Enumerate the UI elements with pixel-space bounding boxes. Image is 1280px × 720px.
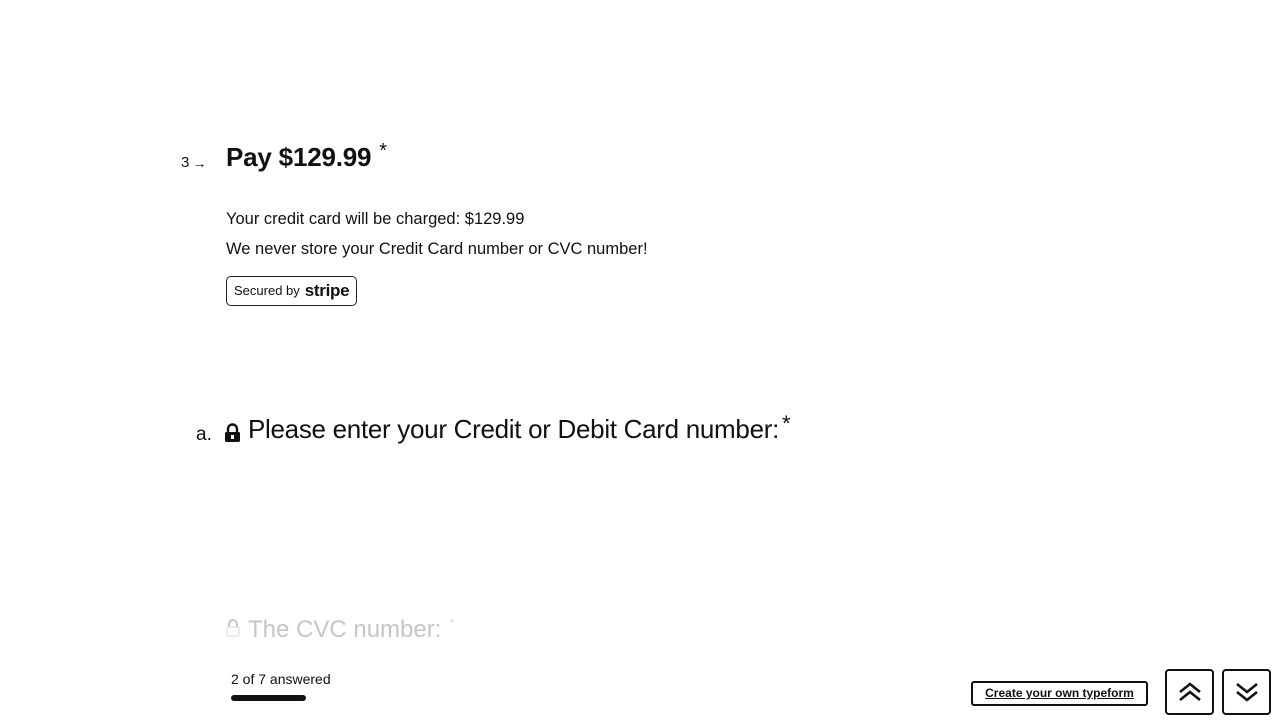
privacy-notice: We never store your Credit Card number o… bbox=[226, 240, 648, 258]
badge-prefix: Secured by bbox=[234, 283, 300, 298]
question-pay: 3 → Pay $129.99 * Your credit card will … bbox=[181, 140, 881, 306]
previous-question-button[interactable] bbox=[1165, 669, 1214, 715]
question-number-value: 3 bbox=[181, 154, 190, 171]
question-description: Your credit card will be charged: $129.9… bbox=[226, 204, 881, 306]
typeform-page: 3 → Pay $129.99 * Your credit card will … bbox=[0, 0, 1280, 720]
question-title: Pay $129.99 bbox=[226, 142, 372, 172]
progress-label: 2 of 7 answered bbox=[231, 671, 331, 687]
question-number: 3 → bbox=[181, 154, 226, 171]
chevron-down-icon bbox=[1235, 682, 1258, 702]
required-indicator: * bbox=[379, 140, 388, 162]
progress-indicator: 2 of 7 answered bbox=[231, 671, 501, 701]
create-your-own-typeform-button[interactable]: Create your own typeform bbox=[971, 681, 1148, 706]
required-indicator: * bbox=[782, 411, 791, 436]
question-header: 3 → Pay $129.99 * bbox=[181, 140, 881, 182]
arrow-right-icon: → bbox=[192, 154, 207, 171]
progress-bar bbox=[231, 695, 495, 701]
stripe-logo: stripe bbox=[304, 281, 350, 300]
card-number-question: a. Please enter your Credit or Debit Car… bbox=[196, 411, 956, 448]
subquestion-letter: a. bbox=[196, 424, 212, 445]
progress-bar-fill bbox=[231, 695, 306, 701]
next-question-button[interactable] bbox=[1222, 669, 1271, 715]
card-number-question-title: Please enter your Credit or Debit Card n… bbox=[248, 414, 780, 444]
lock-icon bbox=[226, 616, 240, 644]
cvc-question[interactable]: The CVC number: * bbox=[226, 616, 454, 644]
charge-notice: Your credit card will be charged: $129.9… bbox=[226, 210, 525, 228]
secured-by-stripe-badge[interactable]: Secured by stripe bbox=[226, 276, 358, 306]
cvc-question-title: The CVC number: bbox=[248, 616, 442, 643]
lock-icon bbox=[224, 423, 241, 448]
required-indicator: * bbox=[449, 616, 455, 630]
chevron-up-icon bbox=[1178, 682, 1201, 702]
